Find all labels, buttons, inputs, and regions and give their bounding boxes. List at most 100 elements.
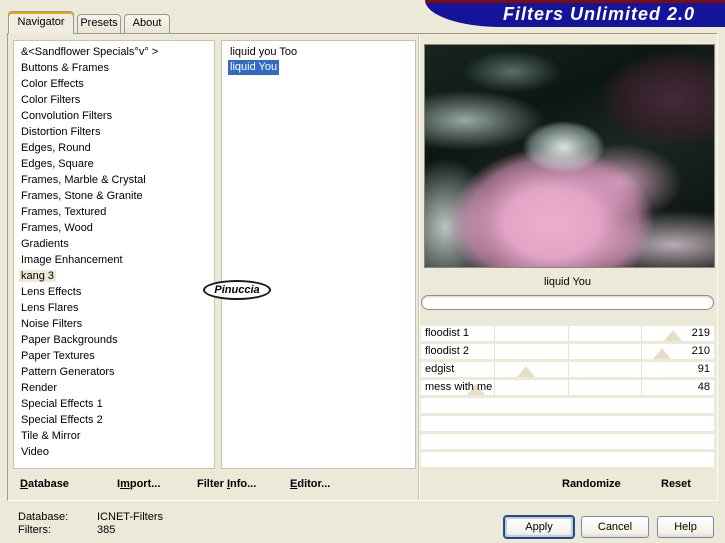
slider-tick [640,362,642,377]
filter-info-button-label: Filter [197,478,227,490]
status-area: Database: ICNET-Filters Filters: 385 [18,511,163,537]
slider-label: floodist 2 [425,345,470,357]
category-item[interactable]: Special Effects 1 [19,396,214,412]
category-item[interactable]: kang 3 [19,268,214,284]
category-item[interactable]: Pattern Generators [19,364,214,380]
editor-button[interactable]: Editor... [290,478,330,490]
slider-marker-icon[interactable] [653,348,672,359]
selected-filter-name: liquid You [421,273,714,291]
category-item[interactable]: Edges, Round [19,140,214,156]
category-item[interactable]: Tile & Mirror [19,428,214,444]
category-item[interactable]: Paper Textures [19,348,214,364]
category-item-label: Buttons & Frames [21,62,110,74]
slider-row[interactable]: floodist 2 210 [421,344,714,359]
slider-tick [567,380,569,395]
category-item-label: Convolution Filters [21,110,113,122]
help-button[interactable]: Help [657,516,714,538]
reset-button[interactable]: Reset [661,478,691,490]
category-item-label: Render [21,382,58,394]
slider-label: mess with me [425,381,493,393]
empty-slider-row [421,416,714,431]
category-item[interactable]: Buttons & Frames [19,60,214,76]
category-item[interactable]: Special Effects 2 [19,412,214,428]
tab-navigator[interactable]: Navigator [8,11,74,34]
slider-tick [567,326,569,341]
category-item[interactable]: Image Enhancement [19,252,214,268]
tab-presets[interactable]: Presets [77,14,121,33]
category-item-label: Frames, Stone & Granite [21,190,143,202]
slider-row[interactable]: edgist 91 [421,362,714,377]
category-item[interactable]: Frames, Marble & Crystal [19,172,214,188]
slider-row[interactable]: mess with me 48 [421,380,714,395]
filters-unlimited-dialog: { "title_bar": { "title": "Filters Unlim… [0,0,725,543]
category-item-label: Tile & Mirror [21,430,81,442]
apply-button[interactable]: Apply [504,516,574,538]
tab-presets-label: Presets [80,17,118,29]
database-button[interactable]: Database [20,478,69,490]
empty-slider-row [421,452,714,467]
category-list: &<Sandflower Specials°v° > Buttons & Fra… [13,40,215,469]
app-title: Filters Unlimited 2.0 [502,4,696,24]
category-item[interactable]: Noise Filters [19,316,214,332]
category-item[interactable]: Render [19,380,214,396]
category-item[interactable]: Paper Backgrounds [19,332,214,348]
watermark-label: Pinuccia [214,284,260,296]
tab-about[interactable]: About [124,14,170,33]
slider-marker-icon[interactable] [663,330,682,341]
category-item[interactable]: Color Effects [19,76,214,92]
category-item[interactable]: Gradients [19,236,214,252]
category-item[interactable]: Distortion Filters [19,124,214,140]
slider-tick [494,380,496,395]
category-item-label: Edges, Round [21,142,91,154]
category-item[interactable]: Edges, Square [19,156,214,172]
filter-item-label: liquid You [228,60,280,75]
category-item-label: Paper Textures [21,350,95,362]
filter-item-label: liquid you Too [230,46,298,58]
filter-item[interactable]: liquid you Too [228,45,415,60]
filter-item[interactable]: liquid You [228,60,415,75]
category-item-label: Distortion Filters [21,126,101,138]
randomize-button[interactable]: Randomize [562,478,621,490]
category-item-label: Image Enhancement [21,254,123,266]
reset-button-label: Reset [661,478,691,490]
empty-slider-row [421,434,714,449]
slider-tick [567,362,569,377]
slider-value: 210 [691,345,710,357]
slider-row[interactable]: floodist 1 219 [421,326,714,341]
category-item-label: Frames, Wood [21,222,93,234]
empty-rows [421,398,714,470]
slider-marker-icon[interactable] [516,366,535,377]
category-item[interactable]: Frames, Wood [19,220,214,236]
category-item-label: Paper Backgrounds [21,334,118,346]
randomize-button-label: Randomize [562,478,621,490]
slider-tick [494,344,496,359]
filter-info-button[interactable]: Filter Info... [197,478,256,490]
category-item-label: Pattern Generators [21,366,115,378]
category-item[interactable]: Frames, Stone & Granite [19,188,214,204]
category-item[interactable]: Convolution Filters [19,108,214,124]
category-item[interactable]: &<Sandflower Specials°v° > [19,44,214,60]
category-item-label: Video [21,446,49,458]
slider-value: 48 [697,381,710,393]
filter-preview-image [424,44,715,268]
category-item-label: Lens Flares [21,302,79,314]
category-item[interactable]: Lens Flares [19,300,214,316]
slider-label: edgist [425,363,455,375]
category-item[interactable]: Color Filters [19,92,214,108]
category-item[interactable]: Video [19,444,214,460]
category-item-label: Edges, Square [21,158,94,170]
status-filters-row: Filters: 385 [18,524,163,537]
category-item[interactable]: Frames, Textured [19,204,214,220]
panel-divider [418,34,419,500]
slider-panel: floodist 1 219 floodist 2 210 edgist 91 … [421,326,714,398]
import-button[interactable]: Import... [117,478,160,490]
category-item-label: Lens Effects [21,286,82,298]
status-database-row: Database: ICNET-Filters [18,511,163,524]
category-item-label: Special Effects 1 [21,398,103,410]
status-filters-value: 385 [97,524,116,536]
cancel-button[interactable]: Cancel [581,516,649,538]
slider-tick [640,326,642,341]
tab-about-label: About [132,17,162,29]
category-item[interactable]: Lens Effects [19,284,214,300]
category-item-label: Color Filters [21,94,81,106]
